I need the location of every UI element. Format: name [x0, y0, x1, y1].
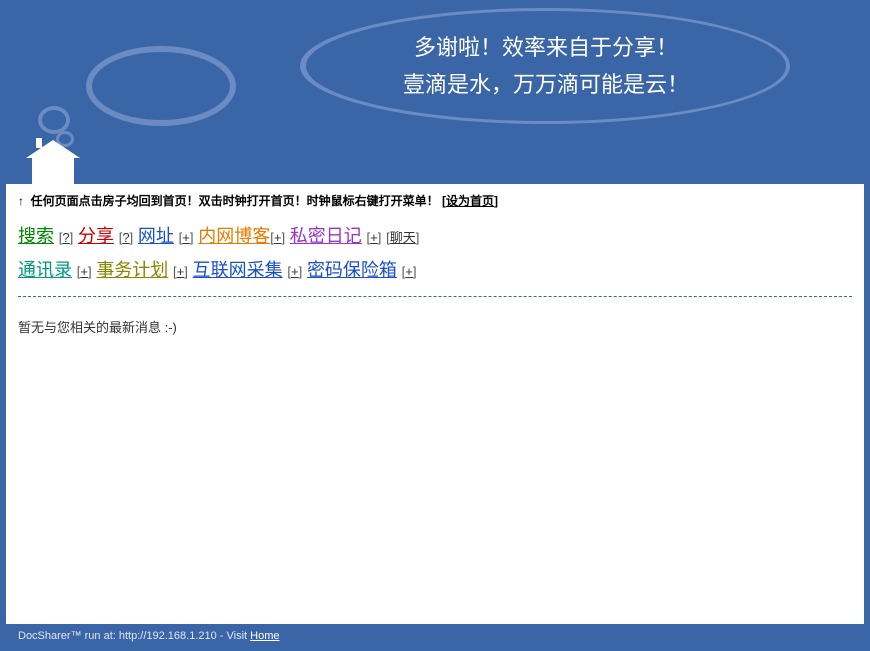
nav-diary[interactable]: 私密日记: [290, 226, 362, 246]
main-content: ↑ 任何页面点击房子均回到首页！双击时钟打开首页！时钟鼠标右键打开菜单！ [设为…: [0, 184, 870, 624]
home-icon[interactable]: [26, 144, 86, 184]
nav-contacts[interactable]: 通讯录: [18, 260, 72, 280]
nav-contacts-add[interactable]: +: [80, 264, 88, 279]
nav-diary-add[interactable]: +: [370, 230, 378, 245]
nav-search-help[interactable]: ?: [62, 230, 69, 245]
thought-bubble-inner: [92, 52, 230, 120]
nav-urls[interactable]: 网址: [138, 226, 174, 246]
slogan-line1: 多谢啦！效率来自于分享！: [414, 29, 678, 66]
nav-blog[interactable]: 内网博客: [198, 226, 270, 246]
nav-password[interactable]: 密码保险箱: [307, 260, 397, 280]
nav-plan-add[interactable]: +: [177, 264, 185, 279]
nav-chat[interactable]: 聊天: [390, 230, 416, 245]
nav-plan[interactable]: 事务计划: [96, 260, 168, 280]
nav-blog-add[interactable]: +: [274, 230, 282, 245]
tip-text: 任何页面点击房子均回到首页！双击时钟打开首页！时钟鼠标右键打开菜单！: [31, 194, 439, 208]
footer-home-link[interactable]: Home: [250, 630, 279, 642]
slogan: 多谢啦！效率来自于分享！ 壹滴是水，万万滴可能是云！: [306, 11, 786, 121]
footer: DocSharer™ run at: http://192.168.1.210 …: [0, 624, 870, 651]
up-arrow-icon: ↑: [18, 194, 24, 208]
divider: [18, 296, 852, 297]
slogan-line2: 壹滴是水，万万滴可能是云！: [403, 66, 689, 103]
footer-text: DocSharer™ run at: http://192.168.1.210 …: [18, 630, 250, 642]
empty-message: 暂无与您相关的最新消息 :-): [18, 317, 852, 336]
nav-share[interactable]: 分享: [78, 226, 114, 246]
header-banner: 多谢啦！效率来自于分享！ 壹滴是水，万万滴可能是云！: [0, 0, 870, 184]
nav-search[interactable]: 搜索: [18, 226, 54, 246]
nav-share-help[interactable]: ?: [122, 230, 129, 245]
nav-password-add[interactable]: +: [405, 264, 413, 279]
tip-line: ↑ 任何页面点击房子均回到首页！双击时钟打开首页！时钟鼠标右键打开菜单！ [设为…: [18, 192, 852, 209]
nav-links: 搜索 [?] 分享 [?] 网址 [+] 内网博客[+] 私密日记 [+] [聊…: [18, 219, 852, 288]
set-home-link[interactable]: 设为首页: [446, 194, 494, 208]
nav-collect[interactable]: 互联网采集: [193, 260, 283, 280]
nav-collect-add[interactable]: +: [291, 264, 299, 279]
nav-urls-add[interactable]: +: [182, 230, 190, 245]
